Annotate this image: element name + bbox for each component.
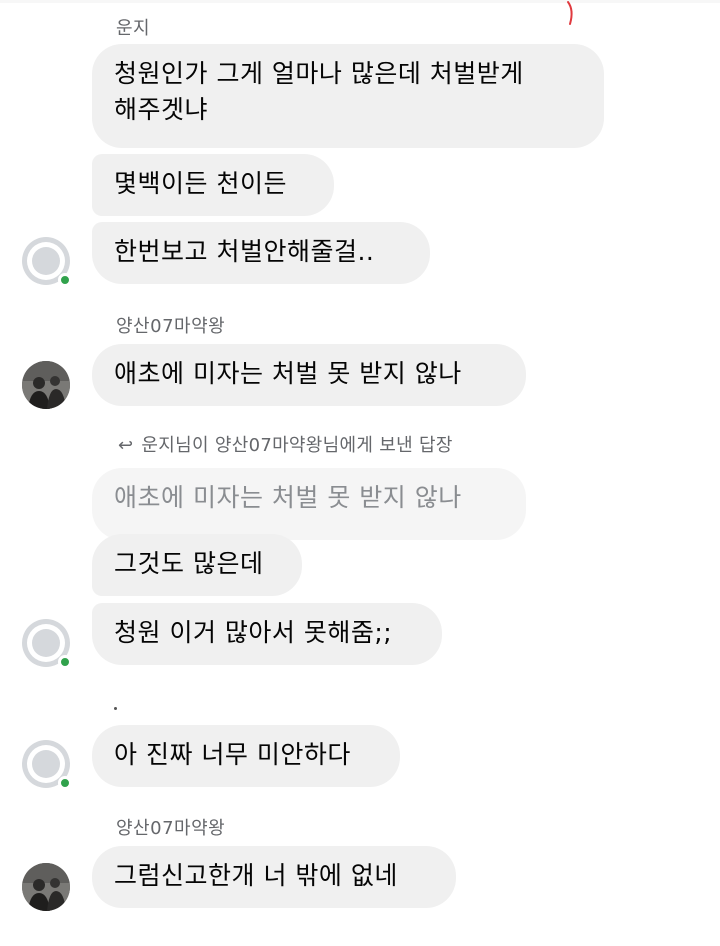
online-status-icon: [58, 655, 72, 669]
profile-photo: [22, 361, 70, 409]
default-avatar-icon: [32, 750, 60, 778]
message-bubble[interactable]: 청원 이거 많아서 못해줌;;: [92, 603, 442, 665]
message-bubble[interactable]: 그것도 많은데: [92, 534, 302, 596]
sender-name: 운지: [116, 18, 151, 39]
message-bubble[interactable]: 애초에 미자는 처벌 못 받지 않나: [92, 344, 526, 406]
avatar[interactable]: [22, 863, 70, 911]
speck: [114, 707, 117, 710]
reply-header-text: 운지님이 양산07마약왕님에게 보낸 답장: [141, 435, 453, 456]
top-strip: [0, 0, 720, 3]
reply-header: ↩ 운지님이 양산07마약왕님에게 보낸 답장: [118, 431, 453, 457]
message-bubble[interactable]: 몇백이든 천이든: [92, 154, 334, 216]
sender-name: 양산07마약왕: [116, 818, 226, 839]
message-bubble[interactable]: 그럼신고한개 너 밖에 없네: [92, 846, 456, 908]
sender-name: 양산07마약왕: [116, 316, 226, 337]
avatar[interactable]: [22, 361, 70, 409]
reply-arrow-icon: ↩: [118, 435, 134, 456]
profile-photo: [22, 863, 70, 911]
message-bubble[interactable]: 아 진짜 너무 미안하다: [92, 725, 400, 787]
avatar[interactable]: [22, 619, 72, 669]
default-avatar-icon: [32, 247, 60, 275]
avatar[interactable]: [22, 237, 72, 287]
message-bubble[interactable]: 한번보고 처벌안해줄걸..: [92, 222, 430, 284]
online-status-icon: [58, 273, 72, 287]
message-bubble[interactable]: 청원인가 그게 얼마나 많은데 처벌받게 해주겟냐: [92, 44, 604, 148]
default-avatar-icon: [32, 629, 60, 657]
avatar[interactable]: [22, 740, 72, 790]
quoted-message[interactable]: 애초에 미자는 처벌 못 받지 않나: [92, 468, 526, 540]
online-status-icon: [58, 776, 72, 790]
red-pen-mark: [567, 1, 573, 25]
